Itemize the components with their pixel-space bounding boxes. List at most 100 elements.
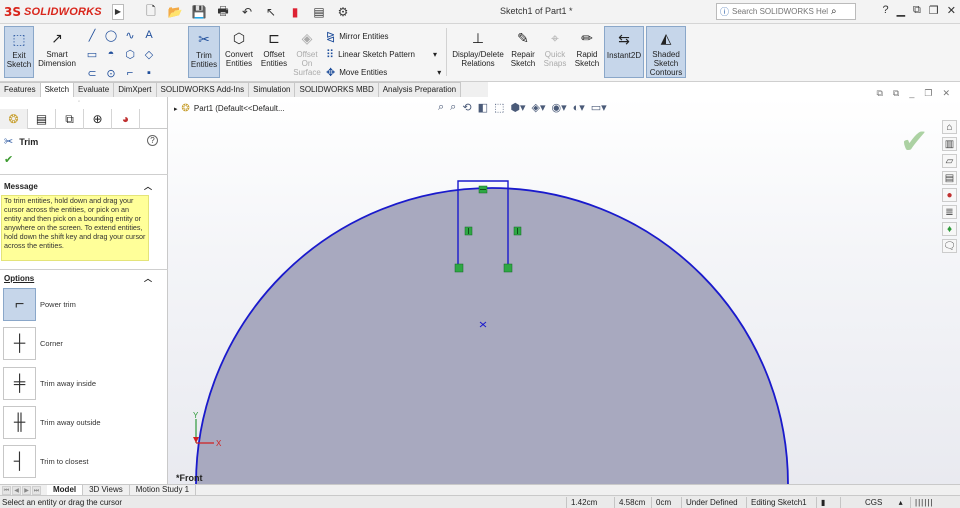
- section-view-icon[interactable]: ◧: [478, 101, 488, 114]
- units-selector[interactable]: CGS ▴: [840, 497, 906, 508]
- rebuild-icon[interactable]: ▮: [286, 3, 304, 21]
- file-explorer-icon[interactable]: ▤: [942, 171, 957, 185]
- tab-sketch[interactable]: Sketch: [40, 82, 75, 97]
- next-tab-icon[interactable]: ▶: [22, 485, 31, 495]
- option-trim-to-closest[interactable]: ┤ Trim to closest: [3, 445, 88, 478]
- tab-evaluate[interactable]: Evaluate: [74, 82, 115, 97]
- appearance-icon[interactable]: ◐▾: [573, 101, 585, 114]
- expand-arrow-icon[interactable]: ▸: [174, 105, 178, 113]
- hide-show-items-icon[interactable]: ◉▾: [551, 101, 566, 114]
- units-chevron-icon[interactable]: ▴: [899, 498, 903, 507]
- slot-icon[interactable]: ◓: [103, 46, 119, 62]
- restore-icon[interactable]: ❐: [929, 4, 939, 17]
- file-properties-icon[interactable]: ▤: [310, 3, 328, 21]
- move-entities-button[interactable]: ✥ Move Entities ▾: [326, 66, 441, 79]
- last-tab-icon[interactable]: ⏭: [32, 485, 41, 495]
- tab-motion-study[interactable]: Motion Study 1: [130, 485, 197, 495]
- coincident-relation-icon[interactable]: [454, 263, 464, 273]
- chevron-down-icon[interactable]: ▾: [433, 50, 437, 59]
- tile-icon[interactable]: ⧉: [913, 4, 921, 17]
- convert-entities-button[interactable]: ⬡ Convert Entities: [222, 26, 256, 78]
- custom-properties-icon[interactable]: ≣: [942, 205, 957, 219]
- dynamic-annotation-icon[interactable]: ⬚: [494, 101, 504, 114]
- help-search-input[interactable]: [732, 7, 829, 16]
- line-icon[interactable]: ╱: [84, 27, 100, 43]
- menu-expand-arrow-icon[interactable]: ▶: [112, 4, 124, 20]
- previous-view-icon[interactable]: ⟲: [462, 101, 471, 114]
- print-icon[interactable]: 🖶: [214, 3, 232, 21]
- close-icon[interactable]: ✕: [947, 4, 956, 17]
- view-settings-icon[interactable]: ▭▾: [591, 101, 607, 114]
- solidworks-forum-icon[interactable]: ♦: [942, 222, 957, 236]
- viewport-restore-icon[interactable]: ❐: [924, 88, 932, 99]
- display-style-icon[interactable]: ◈▾: [532, 101, 546, 114]
- sketch-canvas[interactable]: X Y: [168, 97, 960, 484]
- status-resize-grip-icon[interactable]: ||||||: [910, 497, 958, 508]
- spline-icon[interactable]: ∿: [122, 27, 138, 43]
- save-icon[interactable]: 💾: [190, 3, 208, 21]
- option-trim-away-outside[interactable]: ╫ Trim away outside: [3, 406, 101, 439]
- tab-features[interactable]: Features: [0, 82, 41, 97]
- rapid-sketch-button[interactable]: ✏ Rapid Sketch: [572, 26, 602, 78]
- fillet-icon[interactable]: ⌐: [122, 65, 138, 81]
- smart-dimension-button[interactable]: ↗ Smart Dimension: [36, 26, 78, 78]
- select-icon[interactable]: ↖: [262, 3, 280, 21]
- tab-mbd[interactable]: SOLIDWORKS MBD: [295, 82, 379, 97]
- tab-simulation[interactable]: Simulation: [249, 82, 296, 97]
- appearances-icon[interactable]: ●: [942, 188, 957, 202]
- view-orientation-icon[interactable]: ⬢▾: [510, 101, 525, 114]
- centerline-slot-icon[interactable]: ⊂: [84, 65, 100, 81]
- confirmation-corner-check-icon[interactable]: ✔: [900, 122, 929, 162]
- collapse-icon[interactable]: ︿: [144, 181, 152, 192]
- solidworks-logo[interactable]: 3S SOLIDWORKS: [4, 3, 108, 21]
- plane-icon[interactable]: ◇: [141, 46, 157, 62]
- exit-sketch-button[interactable]: ⬚ Exit Sketch: [4, 26, 34, 78]
- viewport-tile-icon[interactable]: ⧉: [876, 88, 882, 99]
- zoom-to-fit-icon[interactable]: ⌕: [438, 101, 444, 114]
- help-icon-button[interactable]: ?: [147, 135, 158, 146]
- new-icon[interactable]: 🗋: [142, 3, 160, 21]
- option-corner[interactable]: ┼ Corner: [3, 327, 63, 360]
- point-icon[interactable]: ▪: [141, 65, 157, 81]
- polygon-icon[interactable]: ⬡: [122, 46, 138, 62]
- home-icon[interactable]: ⌂: [942, 120, 957, 134]
- tab-analysis-preparation[interactable]: Analysis Preparation: [378, 82, 462, 97]
- discussion-icon[interactable]: 🗨: [942, 239, 957, 253]
- tab-dimxpert[interactable]: DimXpert: [114, 82, 157, 97]
- design-library-icon[interactable]: ▱: [942, 154, 957, 168]
- repair-sketch-button[interactable]: ✎ Repair Sketch: [508, 26, 538, 78]
- resources-icon[interactable]: ▥: [942, 137, 957, 151]
- display-delete-relations-button[interactable]: ⊥ Display/Delete Relations: [450, 26, 506, 78]
- quick-snaps-button[interactable]: ⌖ Quick Snaps: [540, 26, 570, 78]
- viewport-tile-icon-2[interactable]: ⧉: [893, 88, 899, 99]
- trim-entities-button[interactable]: ✂ Trim Entities: [188, 26, 220, 78]
- offset-entities-button[interactable]: ⊏ Offset Entities: [258, 26, 290, 78]
- feature-tree-root[interactable]: ▸ ❂ Part1 (Default<<Default...: [174, 103, 285, 114]
- panel-handle[interactable]: ◦: [78, 99, 80, 105]
- chevron-down-icon-2[interactable]: ▾: [437, 68, 441, 77]
- tab-model[interactable]: Model: [47, 485, 84, 495]
- shaded-sketch-contours-button[interactable]: ◭ Shaded Sketch Contours: [646, 26, 686, 78]
- help-menu-button[interactable]: ?: [882, 4, 888, 17]
- offset-on-surface-button[interactable]: ◈ Offset On Surface: [292, 26, 322, 78]
- mirror-entities-button[interactable]: ⧎ Mirror Entities: [326, 30, 389, 43]
- minimize-icon[interactable]: ▁: [897, 4, 905, 17]
- search-icon[interactable]: ⌕: [831, 6, 837, 17]
- message-section-header[interactable]: Message ︿: [0, 179, 168, 193]
- instant2d-button[interactable]: ⇆ Instant2D: [604, 26, 644, 78]
- option-power-trim[interactable]: ⌐ Power trim: [3, 288, 76, 321]
- open-icon[interactable]: 📂: [166, 3, 184, 21]
- coincident-relation-icon-2[interactable]: [503, 263, 513, 273]
- circle-icon[interactable]: ◯: [103, 27, 119, 43]
- viewport-minimize-icon[interactable]: _: [909, 88, 914, 99]
- configuration-manager-tab-icon[interactable]: ⧉: [56, 109, 84, 129]
- zoom-to-area-icon[interactable]: ⌕: [450, 101, 456, 114]
- tab-3d-views[interactable]: 3D Views: [83, 485, 130, 495]
- options-icon[interactable]: ⚙: [334, 3, 352, 21]
- undo-icon[interactable]: ↶: [238, 3, 256, 21]
- options-section-header[interactable]: Options ︿: [0, 271, 168, 285]
- text-icon[interactable]: A: [141, 27, 157, 43]
- property-manager-tab-icon[interactable]: ▤: [28, 109, 56, 129]
- linear-sketch-pattern-button[interactable]: ⠿ Linear Sketch Pattern ▾: [326, 48, 437, 61]
- rebuild-status-icon[interactable]: ▮: [816, 497, 840, 508]
